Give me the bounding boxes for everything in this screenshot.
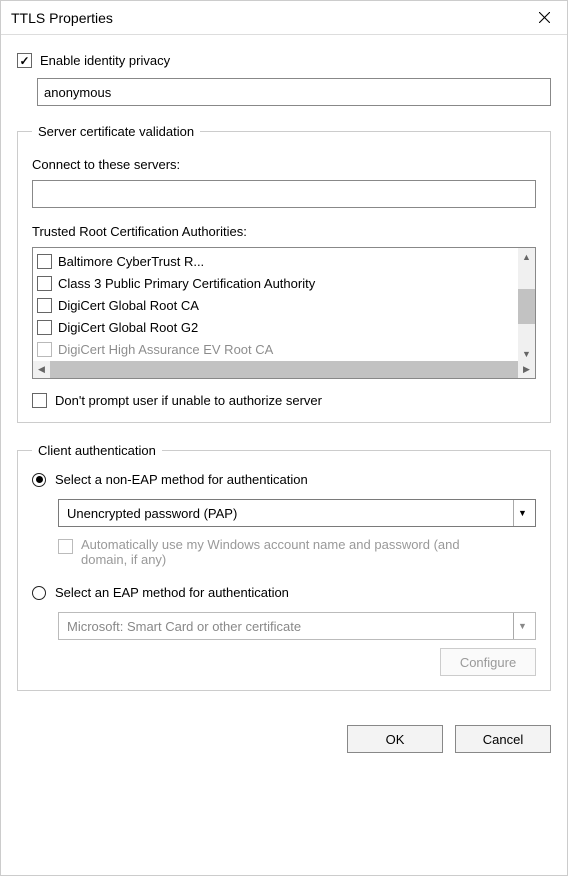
trusted-roots-listbox[interactable]: Baltimore CyberTrust R... Class 3 Public…	[32, 247, 536, 379]
client-auth-group: Client authentication Select a non-EAP m…	[17, 443, 551, 691]
list-item-checkbox[interactable]	[37, 254, 52, 269]
non-eap-radio-row: Select a non-EAP method for authenticati…	[32, 472, 536, 487]
list-item-checkbox[interactable]	[37, 276, 52, 291]
scroll-thumb[interactable]	[518, 289, 535, 324]
cancel-label: Cancel	[483, 732, 523, 747]
client-auth-legend: Client authentication	[32, 443, 162, 458]
list-item-label: Baltimore CyberTrust R...	[58, 254, 204, 269]
close-icon	[539, 12, 550, 23]
list-item-checkbox[interactable]	[37, 342, 52, 357]
list-item-label: DigiCert Global Root G2	[58, 320, 198, 335]
eap-label: Select an EAP method for authentication	[55, 585, 289, 600]
configure-row: Configure	[58, 648, 536, 676]
non-eap-dropdown[interactable]: Unencrypted password (PAP) ▼	[58, 499, 536, 527]
identity-input[interactable]	[37, 78, 551, 106]
list-item[interactable]: DigiCert Global Root CA	[37, 294, 514, 316]
list-item-label: Class 3 Public Primary Certification Aut…	[58, 276, 315, 291]
scroll-right-icon[interactable]: ▶	[518, 361, 535, 378]
connect-servers-input[interactable]	[32, 180, 536, 208]
eap-selected: Microsoft: Smart Card or other certifica…	[67, 619, 301, 634]
server-validation-legend: Server certificate validation	[32, 124, 200, 139]
cancel-button[interactable]: Cancel	[455, 725, 551, 753]
non-eap-label: Select a non-EAP method for authenticati…	[55, 472, 308, 487]
enable-identity-row: Enable identity privacy	[17, 53, 551, 68]
dont-prompt-row: Don't prompt user if unable to authorize…	[32, 393, 536, 408]
eap-radio[interactable]	[32, 586, 46, 600]
dialog-button-row: OK Cancel	[1, 725, 567, 769]
list-item[interactable]: DigiCert High Assurance EV Root CA	[37, 338, 514, 360]
list-item-label: DigiCert Global Root CA	[58, 298, 199, 313]
non-eap-radio[interactable]	[32, 473, 46, 487]
dont-prompt-label: Don't prompt user if unable to authorize…	[55, 393, 322, 408]
dont-prompt-checkbox[interactable]	[32, 393, 47, 408]
identity-input-wrap	[37, 78, 551, 106]
connect-servers-wrap	[32, 180, 536, 208]
dialog-content: Enable identity privacy Server certifica…	[1, 35, 567, 721]
eap-radio-row: Select an EAP method for authentication	[32, 585, 536, 600]
trusted-roots-items: Baltimore CyberTrust R... Class 3 Public…	[33, 248, 518, 361]
non-eap-selected: Unencrypted password (PAP)	[67, 506, 237, 521]
ok-button[interactable]: OK	[347, 725, 443, 753]
list-item-checkbox[interactable]	[37, 298, 52, 313]
configure-label: Configure	[460, 655, 516, 670]
window-title: TTLS Properties	[11, 10, 113, 26]
chevron-down-icon: ▼	[513, 613, 531, 639]
server-validation-group: Server certificate validation Connect to…	[17, 124, 551, 423]
scroll-left-icon[interactable]: ◀	[33, 361, 50, 378]
trusted-roots-label: Trusted Root Certification Authorities:	[32, 224, 536, 239]
vertical-scrollbar[interactable]: ▲ ▼	[518, 248, 535, 362]
list-item[interactable]: Class 3 Public Primary Certification Aut…	[37, 272, 514, 294]
configure-button: Configure	[440, 648, 536, 676]
enable-identity-label: Enable identity privacy	[40, 53, 170, 68]
horizontal-scrollbar[interactable]: ◀ ▶	[33, 361, 535, 378]
non-eap-block: Unencrypted password (PAP) ▼ Automatical…	[58, 499, 536, 567]
ok-label: OK	[386, 732, 405, 747]
connect-servers-label: Connect to these servers:	[32, 157, 536, 172]
chevron-down-icon: ▼	[513, 500, 531, 526]
list-item-label: DigiCert High Assurance EV Root CA	[58, 342, 273, 357]
enable-identity-checkbox[interactable]	[17, 53, 32, 68]
hscroll-thumb[interactable]	[50, 361, 518, 378]
eap-block: Microsoft: Smart Card or other certifica…	[58, 612, 536, 676]
titlebar: TTLS Properties	[1, 1, 567, 35]
scroll-up-icon[interactable]: ▲	[518, 248, 535, 265]
list-item-checkbox[interactable]	[37, 320, 52, 335]
list-item[interactable]: Baltimore CyberTrust R...	[37, 250, 514, 272]
auto-windows-label: Automatically use my Windows account nam…	[81, 537, 471, 567]
auto-windows-row: Automatically use my Windows account nam…	[58, 537, 536, 567]
list-item[interactable]: DigiCert Global Root G2	[37, 316, 514, 338]
auto-windows-checkbox	[58, 539, 73, 554]
scroll-down-icon[interactable]: ▼	[518, 345, 535, 362]
close-button[interactable]	[521, 1, 567, 35]
eap-dropdown: Microsoft: Smart Card or other certifica…	[58, 612, 536, 640]
